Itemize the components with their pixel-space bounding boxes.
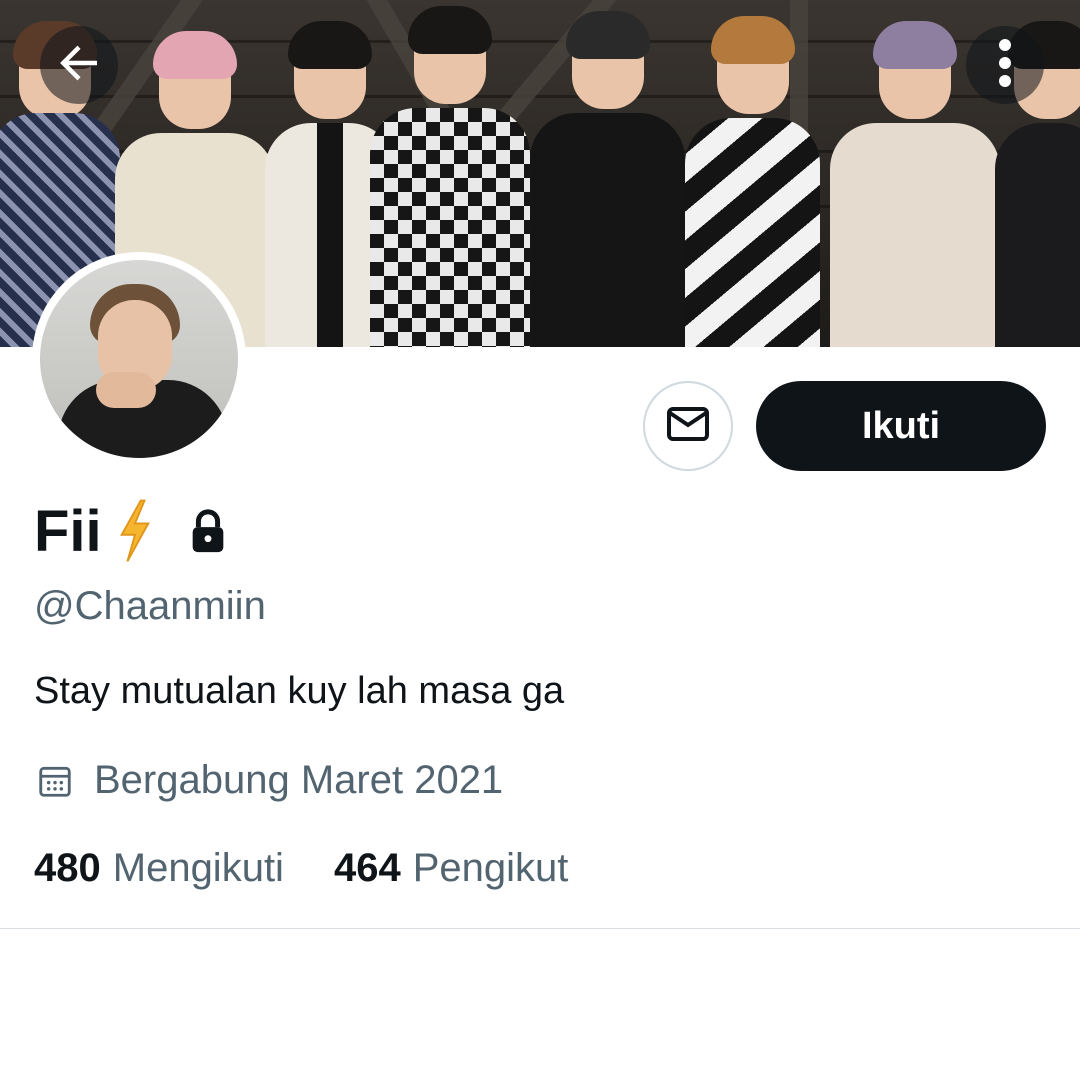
followers-link[interactable]: 464 Pengikut bbox=[334, 846, 568, 891]
following-count: 480 bbox=[34, 846, 101, 890]
profile-stats: 480 Mengikuti 464 Pengikut bbox=[34, 846, 568, 891]
arrow-left-icon bbox=[52, 36, 106, 95]
more-options-button[interactable] bbox=[966, 26, 1044, 104]
display-name: Fii bbox=[34, 498, 102, 564]
joined-date: Bergabung Maret 2021 bbox=[36, 758, 503, 803]
following-link[interactable]: 480 Mengikuti bbox=[34, 846, 284, 891]
following-label: Mengikuti bbox=[112, 846, 284, 890]
follow-button[interactable]: Ikuti bbox=[756, 381, 1046, 471]
divider bbox=[0, 928, 1080, 929]
profile-name-row: Fii bbox=[34, 496, 228, 566]
mail-icon bbox=[664, 400, 712, 453]
message-button[interactable] bbox=[643, 381, 733, 471]
lightning-bolt-icon bbox=[116, 498, 154, 564]
avatar[interactable] bbox=[32, 252, 246, 466]
back-button[interactable] bbox=[40, 26, 118, 104]
followers-count: 464 bbox=[333, 846, 401, 890]
followers-label: Pengikut bbox=[412, 846, 569, 890]
lock-icon bbox=[188, 508, 228, 554]
more-vertical-icon bbox=[985, 37, 1025, 94]
joined-label: Bergabung Maret 2021 bbox=[94, 758, 504, 802]
profile-handle: @Chaanmiin bbox=[34, 584, 266, 628]
profile-bio: Stay mutualan kuy lah masa ga bbox=[34, 670, 565, 712]
calendar-icon bbox=[36, 762, 74, 800]
avatar-photo bbox=[40, 260, 238, 458]
